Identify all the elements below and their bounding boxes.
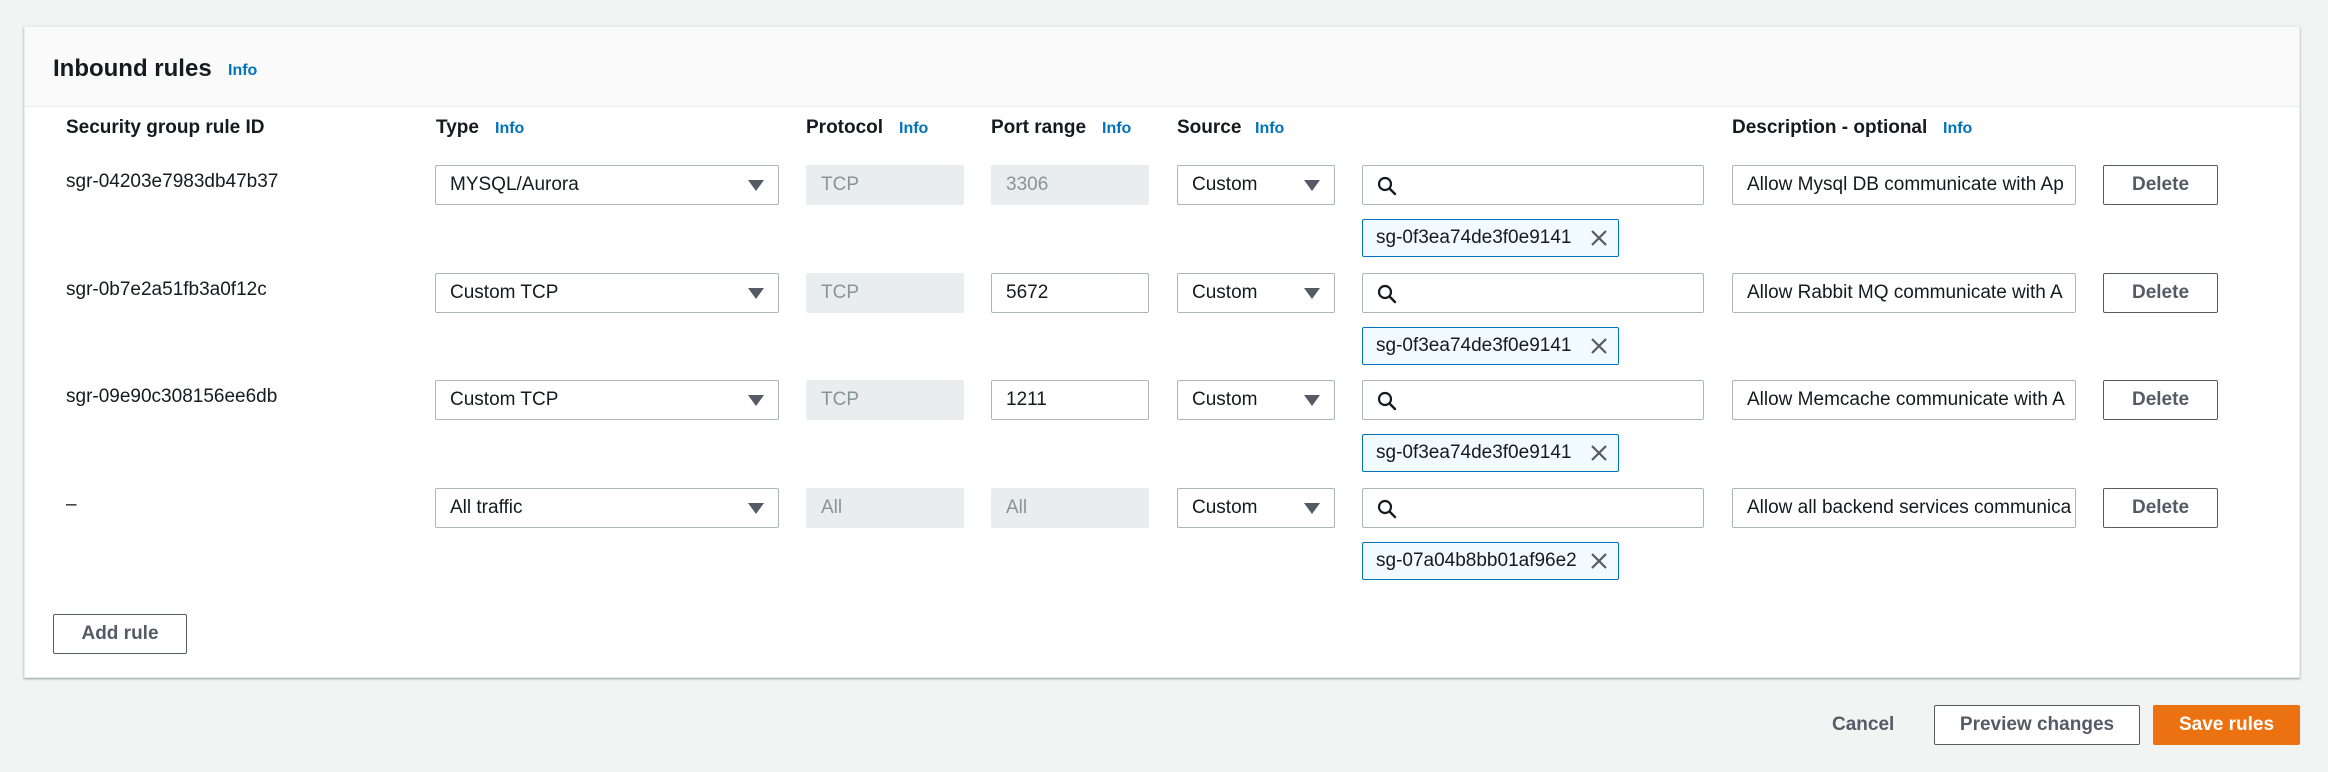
source-select[interactable]: Custom: [1177, 380, 1335, 420]
type-select-value: Custom TCP: [450, 389, 559, 410]
delete-button[interactable]: Delete: [2103, 488, 2218, 528]
type-select[interactable]: MYSQL/Aurora: [435, 165, 779, 205]
port-range-input[interactable]: 1211: [991, 380, 1149, 420]
close-icon[interactable]: [1590, 337, 1608, 355]
search-icon: [1377, 499, 1397, 519]
description-input[interactable]: Allow Rabbit MQ communicate with A: [1732, 273, 2076, 313]
type-select[interactable]: Custom TCP: [435, 273, 779, 313]
caret-down-icon: [1304, 180, 1320, 191]
delete-button[interactable]: Delete: [2103, 165, 2218, 205]
search-icon: [1377, 391, 1397, 411]
source-token: sg-0f3ea74de3f0e9141: [1362, 327, 1619, 365]
search-icon: [1377, 284, 1397, 304]
description-input[interactable]: Allow Mysql DB communicate with Ap: [1732, 165, 2076, 205]
source-token: sg-07a04b8bb01af96e2: [1362, 542, 1619, 580]
protocol-info-link[interactable]: Info: [899, 120, 928, 138]
description-input[interactable]: Allow all backend services communica: [1732, 488, 2076, 528]
source-token: sg-0f3ea74de3f0e9141: [1362, 434, 1619, 472]
close-icon[interactable]: [1590, 229, 1608, 247]
caret-down-icon: [748, 288, 764, 299]
source-select-value: Custom: [1192, 174, 1258, 195]
source-token-label: sg-0f3ea74de3f0e9141: [1376, 227, 1572, 248]
panel-info-link[interactable]: Info: [228, 62, 257, 80]
source-token-label: sg-07a04b8bb01af96e2: [1376, 550, 1577, 571]
rule-id: sgr-0b7e2a51fb3a0f12c: [66, 279, 267, 300]
protocol-input: TCP: [806, 273, 964, 313]
source-search-input[interactable]: [1362, 165, 1704, 205]
protocol-input: TCP: [806, 165, 964, 205]
type-select-value: All traffic: [450, 497, 523, 518]
port-range-input: 3306: [991, 165, 1149, 205]
type-select-value: Custom TCP: [450, 282, 559, 303]
add-rule-button[interactable]: Add rule: [53, 614, 187, 654]
source-search-input[interactable]: [1362, 488, 1704, 528]
caret-down-icon: [1304, 503, 1320, 514]
port-range-input[interactable]: 5672: [991, 273, 1149, 313]
search-icon: [1377, 176, 1397, 196]
col-header-source: Source: [1177, 117, 1242, 138]
source-search-input[interactable]: [1362, 380, 1704, 420]
caret-down-icon: [1304, 395, 1320, 406]
description-input[interactable]: Allow Memcache communicate with A: [1732, 380, 2076, 420]
cancel-button[interactable]: Cancel: [1832, 714, 1894, 736]
source-token: sg-0f3ea74de3f0e9141: [1362, 219, 1619, 257]
inbound-rules-panel: Inbound rules Info Security group rule I…: [24, 26, 2300, 678]
col-header-rule-id: Security group rule ID: [66, 117, 265, 138]
caret-down-icon: [748, 503, 764, 514]
rule-id: sgr-04203e7983db47b37: [66, 171, 279, 192]
delete-button[interactable]: Delete: [2103, 273, 2218, 313]
save-rules-button[interactable]: Save rules: [2153, 705, 2300, 745]
description-info-link[interactable]: Info: [1943, 120, 1972, 138]
close-icon[interactable]: [1590, 552, 1608, 570]
col-header-type: Type: [436, 117, 479, 138]
caret-down-icon: [748, 180, 764, 191]
protocol-input: All: [806, 488, 964, 528]
delete-button[interactable]: Delete: [2103, 380, 2218, 420]
source-token-label: sg-0f3ea74de3f0e9141: [1376, 442, 1572, 463]
rule-id: sgr-09e90c308156ee6db: [66, 386, 278, 407]
col-header-protocol: Protocol: [806, 117, 884, 138]
source-select-value: Custom: [1192, 389, 1258, 410]
protocol-input: TCP: [806, 380, 964, 420]
col-header-description: Description - optional: [1732, 117, 1928, 138]
port-range-info-link[interactable]: Info: [1102, 120, 1131, 138]
source-select[interactable]: Custom: [1177, 165, 1335, 205]
close-icon[interactable]: [1590, 444, 1608, 462]
panel-header: Inbound rules Info: [25, 27, 2299, 107]
col-header-port-range: Port range: [991, 117, 1087, 138]
source-select-value: Custom: [1192, 497, 1258, 518]
source-select-value: Custom: [1192, 282, 1258, 303]
source-search-input[interactable]: [1362, 273, 1704, 313]
type-select[interactable]: All traffic: [435, 488, 779, 528]
panel-title: Inbound rules: [53, 55, 212, 82]
source-select[interactable]: Custom: [1177, 488, 1335, 528]
type-select[interactable]: Custom TCP: [435, 380, 779, 420]
port-range-input: All: [991, 488, 1149, 528]
source-token-label: sg-0f3ea74de3f0e9141: [1376, 335, 1572, 356]
rule-id: –: [66, 494, 77, 515]
source-info-link[interactable]: Info: [1255, 120, 1284, 138]
source-select[interactable]: Custom: [1177, 273, 1335, 313]
caret-down-icon: [748, 395, 764, 406]
type-select-value: MYSQL/Aurora: [450, 174, 579, 195]
type-info-link[interactable]: Info: [495, 120, 524, 138]
preview-changes-button[interactable]: Preview changes: [1934, 705, 2140, 745]
caret-down-icon: [1304, 288, 1320, 299]
